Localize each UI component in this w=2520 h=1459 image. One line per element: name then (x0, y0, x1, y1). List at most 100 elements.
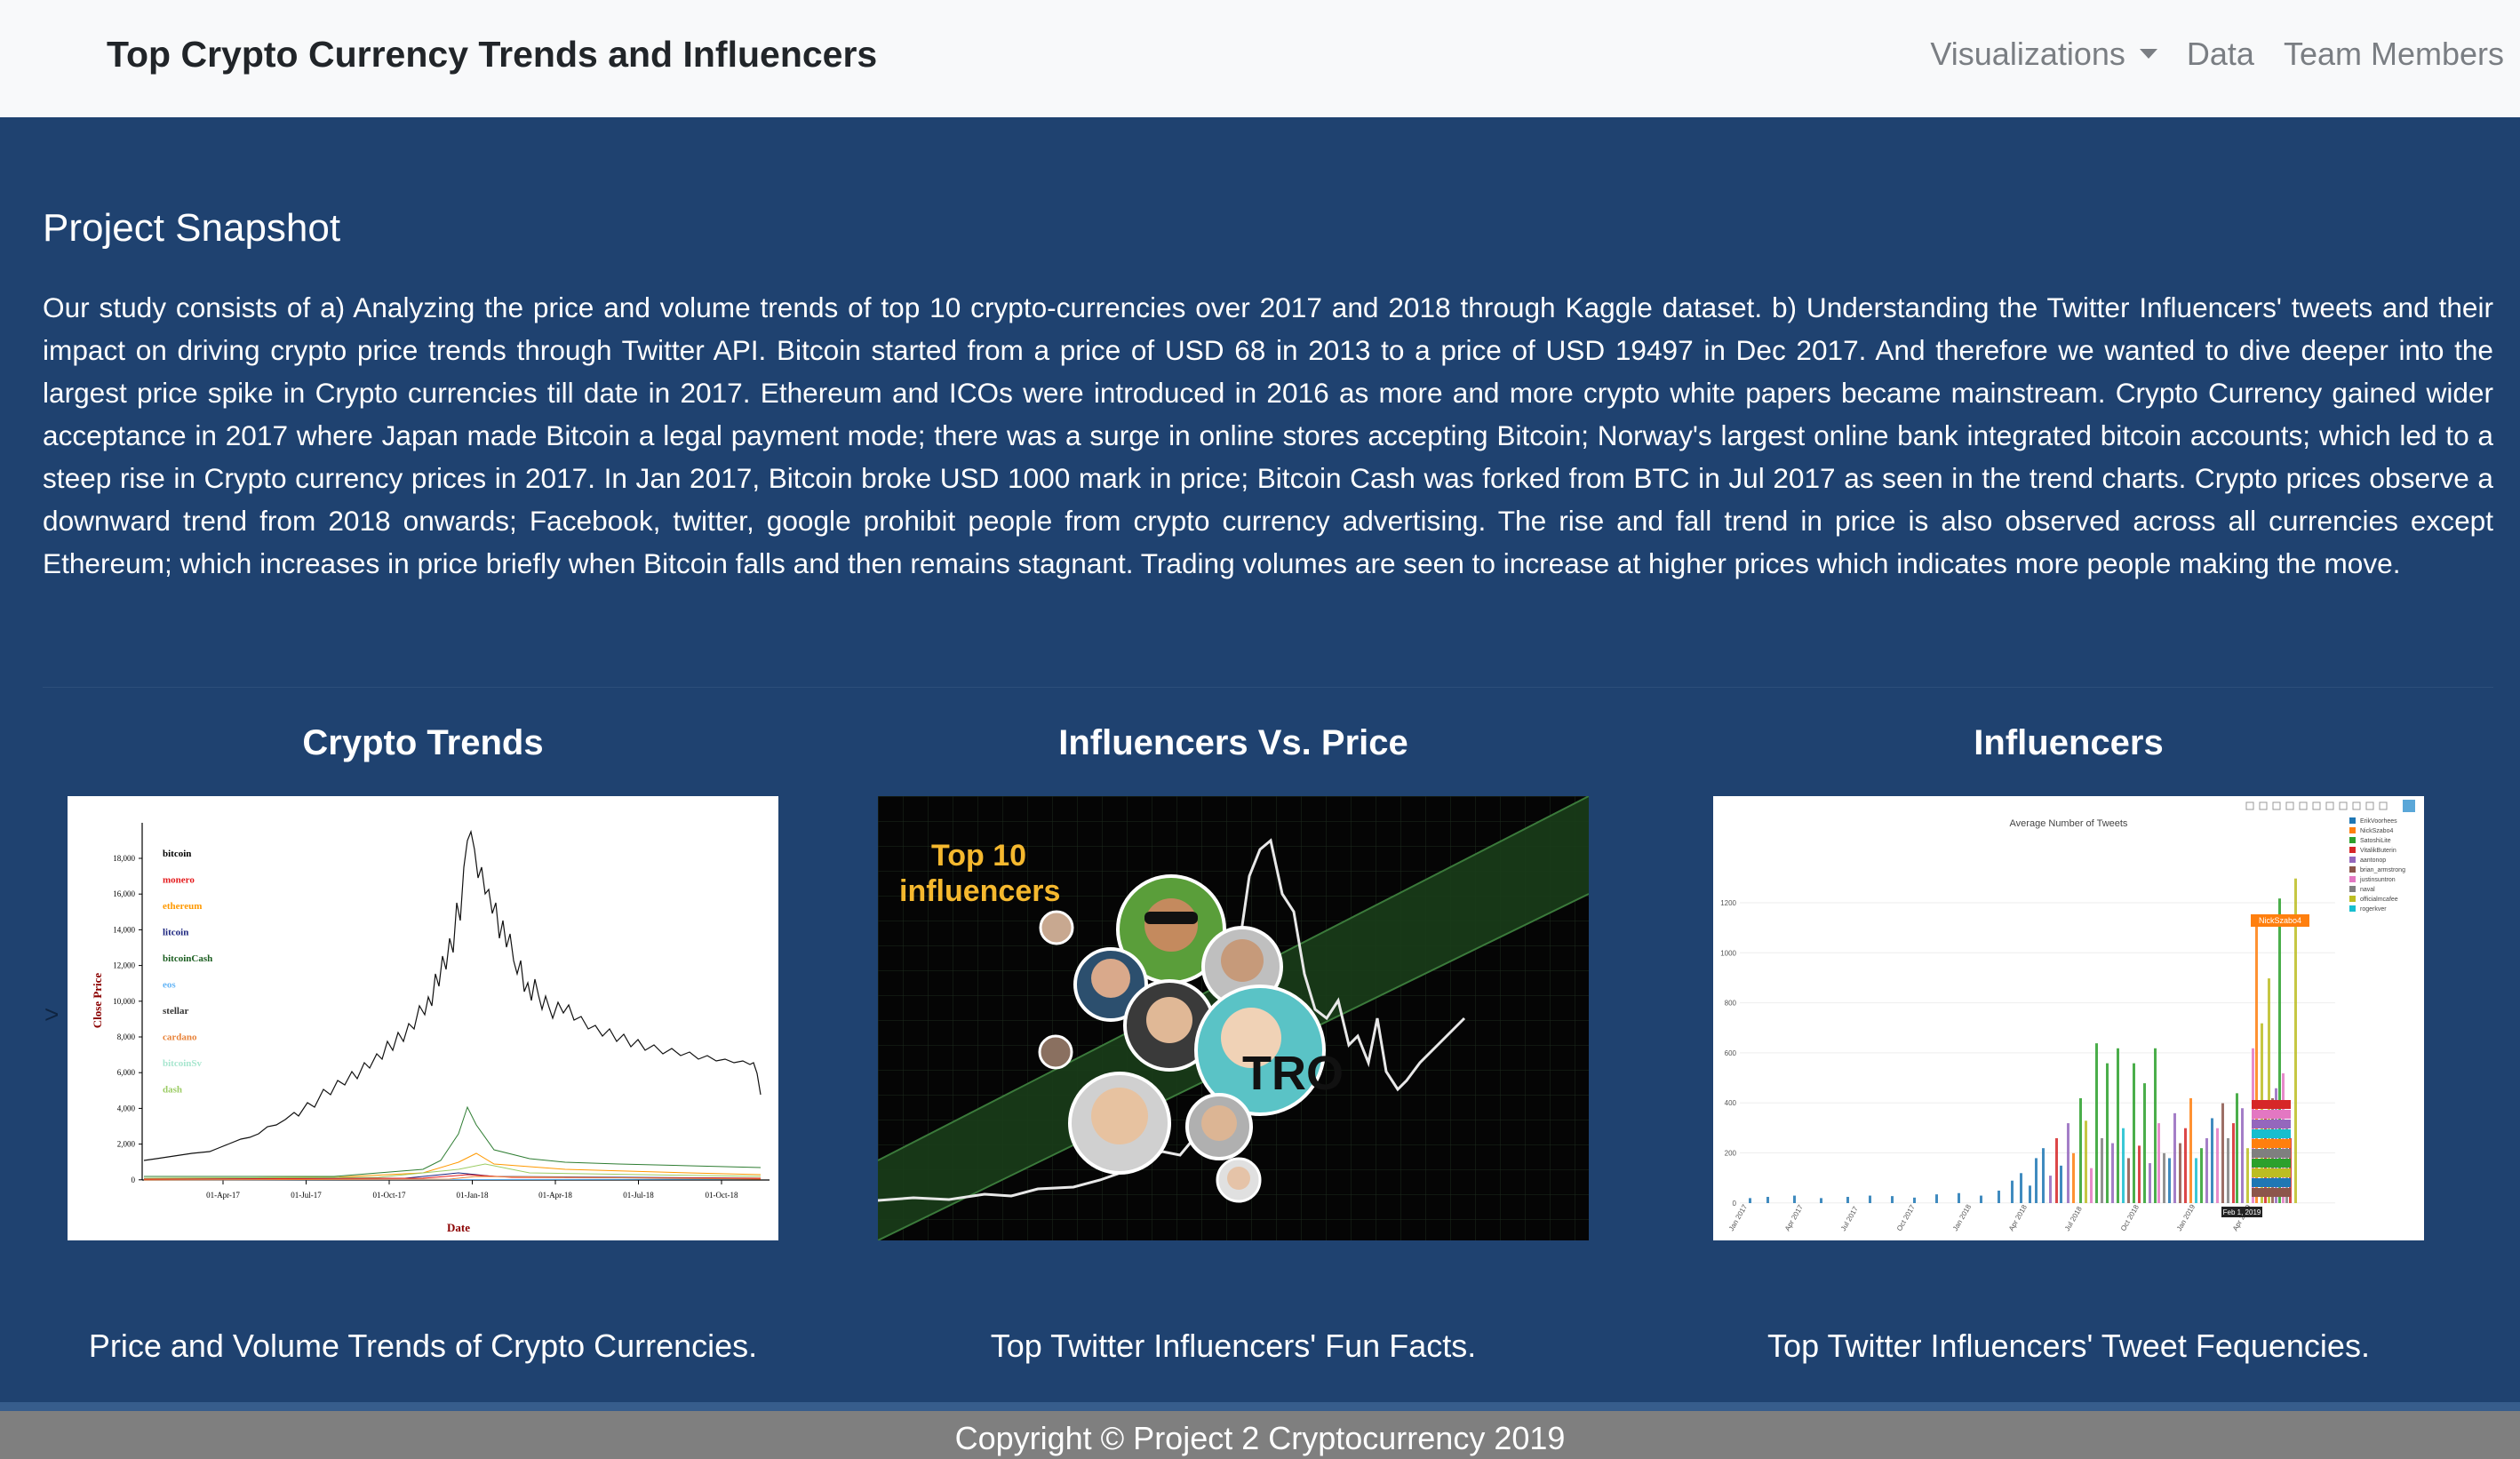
tooltip-label: NickSzabo4 (2259, 916, 2301, 925)
x-tick-label: 01-Apr-17 (206, 1191, 240, 1200)
legend-item[interactable]: naval (2360, 887, 2375, 893)
avatar (1039, 910, 1074, 945)
bar (2232, 1123, 2235, 1203)
chart-legend: bitcoin monero ethereum litcoin bitcoinCash e… (163, 849, 212, 1096)
bar (2216, 1128, 2219, 1203)
legend-item: litcoin (163, 928, 188, 938)
series-line (143, 1152, 762, 1179)
y-tick-label: 200 (1725, 1150, 1737, 1158)
nav-team-members-link[interactable]: Team Members (2284, 36, 2504, 73)
x-tick-label: 01-Jul-18 (623, 1191, 654, 1200)
side-arrow: > (44, 1001, 60, 1028)
x-tick-label: Jul 2018 (2063, 1205, 2084, 1232)
price-series (143, 829, 762, 1181)
legend-item[interactable]: justinsuntron (2359, 877, 2396, 883)
y-tick-label: 0 (132, 1176, 136, 1184)
crypto-trends-chart: 18,000 16,000 14,000 12,000 10,000 8,000 6,000… (91, 823, 770, 1234)
nav-links: Visualizations Data Team Members (1930, 36, 2504, 73)
y-tick-label: 18,000 (113, 854, 135, 863)
bar (2189, 1097, 2192, 1203)
bar (2205, 1137, 2208, 1203)
bar (2168, 1158, 2171, 1203)
bar (2241, 1108, 2244, 1203)
legend-swatch (2349, 857, 2356, 863)
x-tick-label: Jan 2018 (1951, 1203, 1974, 1232)
legend-swatch (2349, 837, 2356, 843)
bar (2060, 1165, 2062, 1203)
y-tick-label: 12,000 (113, 961, 135, 970)
y-tick-label: 1200 (1720, 899, 1736, 907)
y-tick-label: 14,000 (113, 925, 135, 934)
influencers-card[interactable]: Average Number of Tweets 1200 1000 800 600 4… (1713, 796, 2424, 1240)
chart-legend[interactable]: ErikVoorhees NickSzabo4 SatoshiLite Vitalik… (2349, 817, 2405, 913)
avatar (1216, 1157, 1262, 1203)
chevron-down-icon (2139, 49, 2157, 59)
hover-label-swatch (2252, 1110, 2291, 1119)
influencers-title: Influencers (1974, 723, 2164, 762)
legend-item[interactable]: aantonop (2360, 857, 2386, 864)
bar (2020, 1173, 2022, 1203)
legend-swatch (2349, 896, 2356, 902)
bar (2090, 1168, 2093, 1203)
legend-item: stellar (163, 1006, 188, 1017)
y-tick-label: 0 (1733, 1200, 1737, 1208)
brand-title[interactable]: Top Crypto Currency Trends and Influence… (107, 34, 877, 76)
x-tick-label: Jul 2017 (1839, 1205, 1860, 1232)
hover-tooltip: NickSzabo4 (2251, 914, 2309, 927)
bar (1749, 1198, 1751, 1203)
footer: Copyright © Project 2 Cryptocurrency 201… (0, 1402, 2520, 1459)
crypto-trends-card[interactable]: 18,000 16,000 14,000 12,000 10,000 8,000 6,000… (68, 796, 778, 1240)
legend-item[interactable]: rogerkver (2360, 906, 2387, 913)
navbar: Top Crypto Currency Trends and Influence… (0, 0, 2520, 117)
legend-item[interactable]: ErikVoorhees (2360, 818, 2397, 825)
hover-label-swatch (2252, 1159, 2291, 1168)
hover-date: Feb 1, 2019 (2223, 1208, 2261, 1216)
tron-logo-text: TRO (1242, 1047, 1344, 1100)
legend-item[interactable]: SatoshiLite (2360, 838, 2391, 844)
hover-label-swatch (2252, 1178, 2291, 1187)
bar (2049, 1176, 2052, 1203)
modebar[interactable] (2242, 800, 2416, 812)
avatar (1068, 1072, 1171, 1175)
legend-swatch (2349, 886, 2356, 892)
y-tick-label: 600 (1725, 1049, 1737, 1057)
x-tick-label: 01-Apr-18 (538, 1191, 572, 1200)
y-tick-labels: 1200 1000 800 600 400 200 0 (1720, 899, 1736, 1208)
y-tick-label: 10,000 (113, 997, 135, 1006)
bar (2221, 1103, 2224, 1203)
legend-item[interactable]: brian_armstrong (2360, 867, 2405, 873)
x-axis-label: Date (447, 1221, 470, 1234)
x-tick-labels: 01-Apr-17 01-Jul-17 01-Oct-17 01-Jan-18 01-A… (206, 1180, 738, 1200)
tweet-frequency-chart: Average Number of Tweets 1200 1000 800 600 4… (1720, 800, 2416, 1232)
x-tick-label: 01-Jan-18 (457, 1191, 489, 1200)
bar (2154, 1048, 2157, 1203)
x-tick-label: Jan 2017 (1727, 1203, 1750, 1232)
crypto-trends-caption: Price and Volume Trends of Crypto Curren… (88, 1327, 758, 1364)
legend-item[interactable]: VitalikButerin (2360, 848, 2396, 854)
legend-item: eos (163, 980, 176, 991)
bar (2079, 1097, 2082, 1203)
influencers-vs-price-card[interactable]: Top 10 influencers TRO (878, 796, 1589, 1240)
bar (1820, 1198, 1822, 1203)
legend-swatch (2349, 817, 2356, 824)
image-heading-line2: influencers (899, 874, 1060, 908)
bar (1793, 1195, 1796, 1203)
legend-swatch (2349, 847, 2356, 853)
x-tick-label: 01-Oct-17 (373, 1191, 406, 1200)
legend-item[interactable]: NickSzabo4 (2360, 828, 2393, 834)
legend-swatch (2349, 905, 2356, 912)
x-tick-label: 01-Jul-17 (291, 1191, 322, 1200)
series-line-bitcoin (143, 829, 762, 1161)
bar (2195, 1158, 2197, 1203)
avatar (1185, 1093, 1253, 1160)
bar (2246, 1148, 2249, 1203)
plotly-logo-icon[interactable] (2403, 800, 2415, 812)
legend-swatch (2349, 876, 2356, 882)
bar (1958, 1192, 1960, 1203)
y-tick-label: 6,000 (117, 1068, 136, 1077)
nav-visualizations-dropdown[interactable]: Visualizations (1930, 36, 2157, 73)
y-tick-label: 4,000 (117, 1104, 136, 1112)
legend-item[interactable]: officialmcafee (2360, 897, 2398, 903)
nav-data-link[interactable]: Data (2187, 36, 2254, 73)
bar (2200, 1148, 2203, 1203)
